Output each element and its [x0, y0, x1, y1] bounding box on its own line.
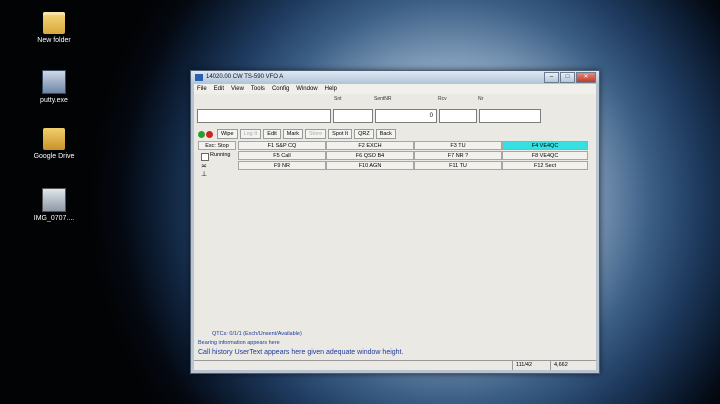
- sentnr-input[interactable]: 0: [375, 109, 437, 123]
- menu-bar: File Edit View Tools Config Window Help: [194, 84, 596, 94]
- window-client: File Edit View Tools Config Window Help …: [194, 84, 596, 370]
- mark-button[interactable]: Mark: [282, 129, 304, 139]
- google-drive-icon: [43, 128, 65, 150]
- wipe-button[interactable]: Wipe: [217, 129, 238, 139]
- back-button[interactable]: Back: [375, 129, 396, 139]
- f5-button[interactable]: F5 Call: [238, 151, 326, 160]
- desktop-icon-label: IMG_0707....: [33, 215, 75, 222]
- running-checkbox[interactable]: [201, 153, 209, 161]
- call-input[interactable]: [197, 109, 331, 123]
- nr-input[interactable]: [479, 109, 541, 123]
- f7-button[interactable]: F7 NR ?: [414, 151, 502, 160]
- f11-button[interactable]: F11 TU: [414, 161, 502, 170]
- snt-input[interactable]: [333, 109, 373, 123]
- snt-label: Snt: [334, 96, 342, 102]
- toolbar: Wipe Log It Edit Mark Store Spot It QRZ …: [198, 129, 398, 139]
- edit-button[interactable]: Edit: [263, 129, 281, 139]
- sentnr-label: SentNR: [374, 96, 392, 102]
- putty-icon: [42, 70, 66, 94]
- f1-button[interactable]: F1 S&P CQ: [238, 141, 326, 150]
- f12-button[interactable]: F12 Sect: [502, 161, 588, 170]
- log-it-button[interactable]: Log It: [239, 129, 262, 139]
- esc-stop-button[interactable]: Esc: Stop: [198, 141, 236, 150]
- bearing-info: Bearing information appears here: [198, 340, 280, 346]
- menu-help[interactable]: Help: [325, 86, 337, 92]
- menu-window[interactable]: Window: [296, 86, 317, 92]
- menu-tools[interactable]: Tools: [251, 86, 265, 92]
- green-status-icon: [198, 130, 205, 138]
- status-bar: 111/42 4,662: [194, 360, 596, 370]
- desktop-icon-putty[interactable]: putty.exe: [28, 70, 80, 104]
- minimize-button[interactable]: –: [544, 72, 559, 83]
- f10-button[interactable]: F10 AGN: [326, 161, 414, 170]
- window-titlebar[interactable]: 14020.00 CW TS-590 VFO A – □ ✕: [191, 71, 599, 83]
- rcv-input[interactable]: [439, 109, 477, 123]
- f8-button[interactable]: F8 VE4QC: [502, 151, 588, 160]
- desktop-icon-label: Google Drive: [33, 153, 75, 160]
- window-title: 14020.00 CW TS-590 VFO A: [206, 74, 284, 80]
- f6-button[interactable]: F6 QSO B4: [326, 151, 414, 160]
- rcv-label: Rcv: [438, 96, 447, 102]
- entry-row: Snt SentNR Rcv Nr 0: [194, 96, 596, 124]
- status-count: 111/42: [512, 361, 532, 370]
- maximize-button[interactable]: □: [560, 72, 575, 83]
- menu-file[interactable]: File: [197, 86, 207, 92]
- desktop-icon-img[interactable]: IMG_0707....: [28, 188, 80, 222]
- store-button[interactable]: Store: [305, 129, 327, 139]
- desktop-icon-label: New folder: [37, 37, 71, 44]
- menu-view[interactable]: View: [231, 86, 244, 92]
- menu-edit[interactable]: Edit: [214, 86, 224, 92]
- folder-icon: [43, 12, 65, 34]
- app-icon: [195, 73, 203, 81]
- tune-icon[interactable]: ≍ ⊥: [201, 162, 207, 178]
- red-status-icon: [206, 130, 213, 138]
- desktop-background: New folder putty.exe Google Drive IMG_07…: [0, 0, 720, 404]
- qtc-status: QTCs: 0/1/1 (Exch/Unsent/Available): [212, 331, 302, 337]
- qrz-button[interactable]: QRZ: [354, 129, 374, 139]
- nr-label: Nr: [478, 96, 484, 102]
- desktop-icon-label: putty.exe: [40, 97, 68, 104]
- f4-button[interactable]: F4 VE4QC: [502, 141, 588, 150]
- desktop-icon-new-folder[interactable]: New folder: [28, 12, 80, 44]
- status-score: 4,662: [550, 361, 568, 370]
- desktop-icon-google-drive[interactable]: Google Drive: [28, 128, 80, 160]
- call-history-text: Call history UserText appears here given…: [198, 349, 404, 356]
- running-label: Running: [210, 152, 231, 158]
- f9-button[interactable]: F9 NR: [238, 161, 326, 170]
- menu-config[interactable]: Config: [272, 86, 289, 92]
- f2-button[interactable]: F2 EXCH: [326, 141, 414, 150]
- close-button[interactable]: ✕: [576, 72, 596, 83]
- logger-window: 14020.00 CW TS-590 VFO A – □ ✕ File Edit…: [190, 70, 600, 374]
- f3-button[interactable]: F3 TU: [414, 141, 502, 150]
- image-file-icon: [42, 188, 66, 212]
- spot-it-button[interactable]: Spot It: [328, 129, 353, 139]
